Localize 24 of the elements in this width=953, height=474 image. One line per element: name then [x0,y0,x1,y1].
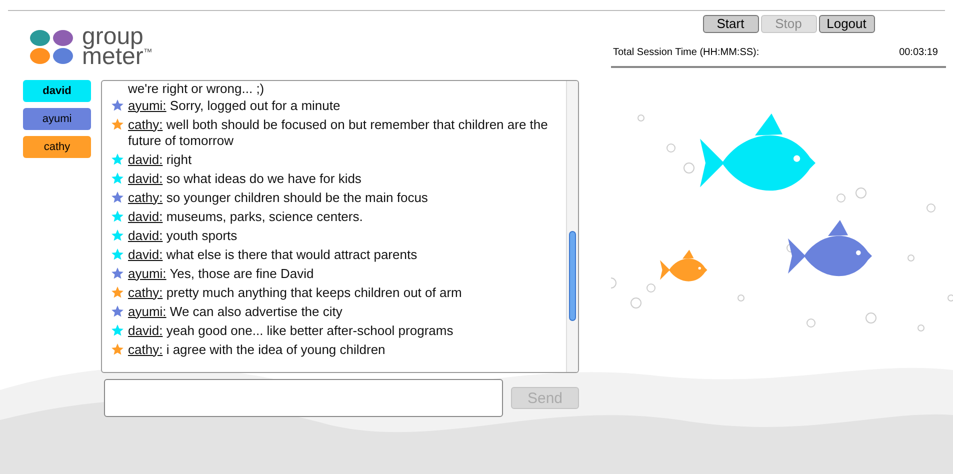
user-tab[interactable]: cathy [23,136,91,158]
trademark-mark: ™ [143,47,152,57]
logo-text: group [82,27,144,47]
chat-message: cathy: i agree with the idea of young children [128,340,386,359]
chat-message: we're right or wrong... ;) [127,81,266,96]
chat-message: david: right [128,150,192,169]
user-tab[interactable]: ayumi [23,108,91,130]
chat-message: cathy: pretty much anything that keeps children out of arm [128,284,462,302]
chat-message: ayumi: We can also advertise the city [128,302,342,321]
message-input-field[interactable] [104,379,503,417]
control-button[interactable]: Start [702,15,758,33]
chat-message: ayumi: Sorry, logged out for a minute [128,96,340,115]
chat-message: david: so what ideas do we have for kids [128,170,362,188]
chat-message: david: youth sports [128,226,238,245]
chat-message: david: museums, parks, science centers. [128,208,363,226]
session-time-label: Total Session Time (HH:MM:SS): [613,46,760,60]
control-button[interactable]: Logout [818,15,874,33]
chat-message: david: yeah good one... like better after-school programs [128,322,454,340]
session-time-value: 00:03:19 [899,46,938,60]
chat-message: ayumi: Yes, those are fine David [128,264,314,283]
chat-message: cathy: so younger children should be the main focus [128,188,428,207]
chat-message: david: what else is there that would attract parents [128,246,418,264]
user-tab[interactable]: david [23,80,91,102]
logo-text: meter [82,47,144,67]
